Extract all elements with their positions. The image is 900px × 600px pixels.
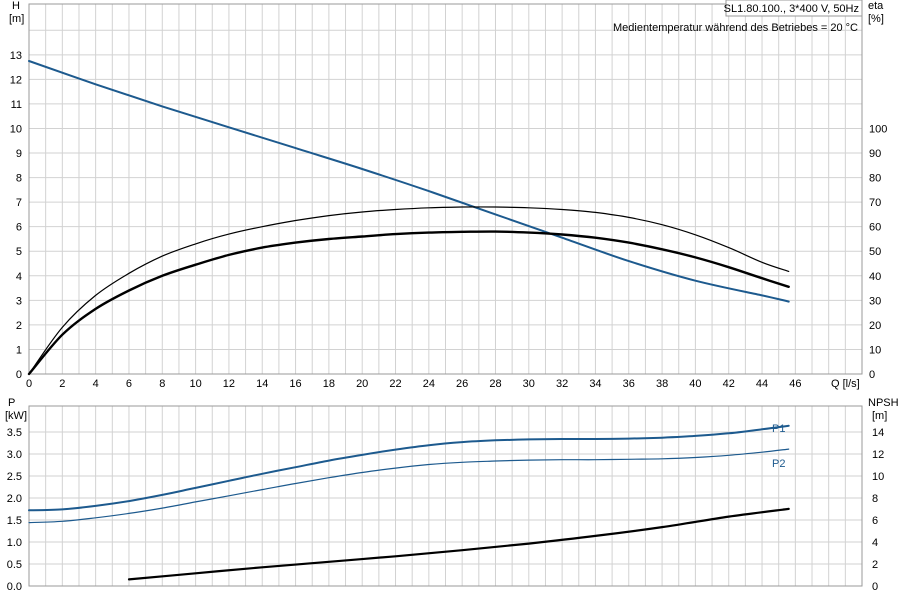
chart-note: Medientemperatur während des Betriebes =… (613, 22, 858, 34)
top-y-tick-labels: 012345678910111213 (10, 50, 22, 381)
x-tick-label: 16 (289, 378, 301, 390)
bottom-y-tick-label: 1.5 (7, 515, 22, 527)
top-y-tick-label: 12 (10, 74, 22, 86)
bottom-y2-tick-label: 8 (872, 493, 878, 505)
x-tick-label: 22 (389, 378, 401, 390)
x-tick-label: 14 (256, 378, 268, 390)
x-tick-label: 20 (356, 378, 368, 390)
chart-title: SL1.80.100., 3*400 V, 50Hz (724, 3, 859, 15)
top-y-tick-label: 5 (16, 246, 22, 258)
bottom-y-tick-labels: 0.0 0.5 1.0 1.5 2.0 2.5 3.0 3.5 (7, 427, 22, 593)
top-y2-tick-label: 100 (869, 123, 887, 135)
top-y-tick-label: 13 (10, 50, 22, 62)
top-y-tick-label: 2 (16, 320, 22, 332)
bottom-y-tick-label: 1.0 (7, 537, 22, 549)
x-tick-label: 44 (756, 378, 768, 390)
bottom-y2-tick-labels: 0 2 4 6 8 10 12 14 (872, 427, 884, 593)
x-tick-label: 4 (93, 378, 99, 390)
bottom-y2-tick-label: 12 (872, 449, 884, 461)
x-tick-label: 30 (523, 378, 535, 390)
top-y-tick-label: 10 (10, 123, 22, 135)
pump-curve-chart: 012345678910111213 010203040506070809010… (5, 0, 899, 593)
x-tick-label: 32 (556, 378, 568, 390)
bottom-y-tick-label: 0.0 (7, 581, 22, 593)
bottom-y-tick-label: 3.5 (7, 427, 22, 439)
bottom-y-tick-label: 2.5 (7, 471, 22, 483)
top-y2-tick-label: 30 (869, 295, 881, 307)
top-x-axis-label: Q [l/s] (831, 378, 860, 390)
top-series-line-2 (27, 230, 790, 376)
bottom-y2-tick-label: 4 (872, 537, 878, 549)
top-y-tick-label: 11 (11, 99, 22, 111)
top-y-tick-label: 9 (16, 148, 22, 160)
x-tick-label: 24 (423, 378, 435, 390)
top-y-tick-label: 3 (16, 295, 22, 307)
bottom-y2-tick-label: 6 (872, 515, 878, 527)
bottom-y-tick-label: 0.5 (7, 559, 22, 571)
x-tick-label: 6 (126, 378, 132, 390)
top-y2-tick-label: 0 (869, 369, 875, 381)
top-y-tick-label: 8 (16, 173, 22, 185)
top-y2-tick-label: 60 (869, 222, 881, 234)
top-y2-tick-label: 80 (869, 173, 881, 185)
bottom-plot-series (28, 424, 790, 581)
p1-series-label: P1 (772, 423, 785, 435)
x-tick-label: 40 (689, 378, 701, 390)
top-y-axis-label: H (12, 0, 20, 12)
p2-series-label: P2 (772, 458, 785, 470)
x-tick-label: 12 (223, 378, 235, 390)
x-tick-label: 18 (323, 378, 335, 390)
bottom-series-line-1 (28, 448, 790, 524)
x-tick-label: 10 (189, 378, 201, 390)
top-y2-axis-label: eta (868, 0, 884, 12)
bottom-y-axis-label: P (8, 397, 15, 409)
bottom-y2-tick-label: 0 (872, 581, 878, 593)
top-y2-tick-label: 40 (869, 271, 881, 283)
x-tick-label: 28 (489, 378, 501, 390)
x-tick-label: 38 (656, 378, 668, 390)
bottom-y2-tick-label: 2 (872, 559, 878, 571)
top-y-tick-label: 1 (16, 344, 22, 356)
x-tick-label: 2 (59, 378, 65, 390)
x-tick-label: 36 (623, 378, 635, 390)
x-tick-label: 26 (456, 378, 468, 390)
top-x-tick-labels: 0 2 4 6 8 10 12 14 16 18 20 22 24 26 28 30 32 34 36 38 40 42 4… (26, 378, 802, 390)
bottom-series-line-2 (127, 507, 790, 581)
top-y-axis-unit: [m] (9, 13, 24, 25)
bottom-y2-axis-label: NPSH (868, 397, 899, 409)
top-y2-axis-unit: [%] (868, 13, 884, 25)
top-plot-series (27, 60, 790, 376)
bottom-y-axis-unit: [kW] (5, 410, 27, 422)
top-y-tick-label: 7 (16, 197, 22, 209)
top-y2-tick-labels: 0 10 20 30 40 50 60 70 80 90 100 (869, 123, 887, 381)
bottom-y2-tick-label: 10 (872, 471, 884, 483)
top-y2-tick-label: 50 (869, 246, 881, 258)
top-plot-grid (29, 4, 862, 374)
x-tick-label: 42 (723, 378, 735, 390)
bottom-y2-axis-unit: [m] (872, 410, 887, 422)
bottom-y2-tick-label: 14 (872, 427, 884, 439)
bottom-y-tick-label: 2.0 (7, 493, 22, 505)
x-tick-label: 46 (789, 378, 801, 390)
bottom-y-tick-label: 3.0 (7, 449, 22, 461)
top-y2-tick-label: 70 (869, 197, 881, 209)
x-tick-label: 8 (159, 378, 165, 390)
x-tick-label: 0 (26, 378, 32, 390)
top-y2-tick-label: 20 (869, 320, 881, 332)
top-series-line-1 (28, 206, 790, 375)
top-y-tick-label: 0 (16, 369, 22, 381)
top-y-tick-label: 4 (16, 271, 22, 283)
top-y2-tick-label: 90 (869, 148, 881, 160)
top-y-tick-label: 6 (16, 222, 22, 234)
top-y2-tick-label: 10 (869, 344, 881, 356)
x-tick-label: 34 (589, 378, 601, 390)
